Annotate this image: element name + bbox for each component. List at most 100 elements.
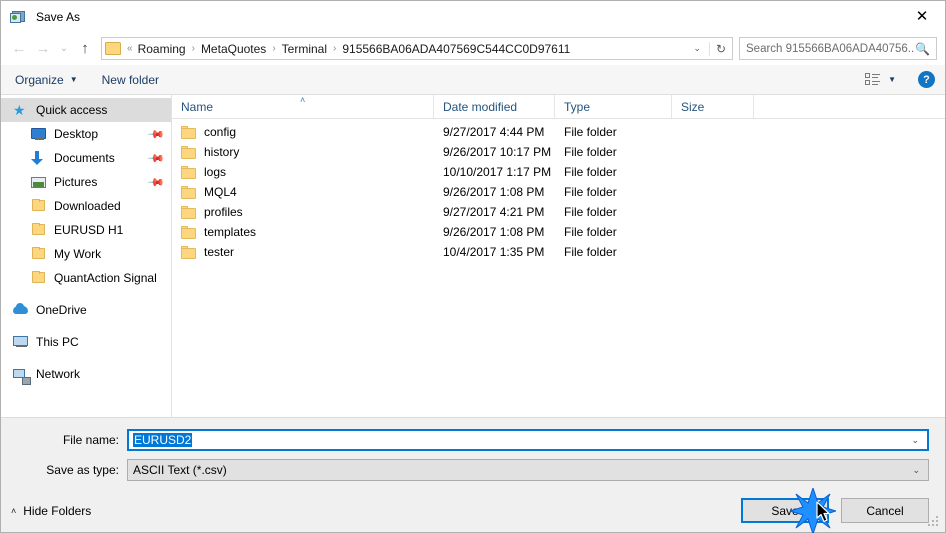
- breadcrumb-roaming[interactable]: Roaming: [137, 42, 187, 56]
- chevron-down-icon[interactable]: ⌄: [903, 435, 927, 446]
- column-header-name[interactable]: Name ˄: [172, 95, 434, 118]
- cancel-button[interactable]: Cancel: [841, 498, 929, 523]
- column-header-label: Type: [564, 99, 591, 114]
- filetype-row: Save as type: ASCII Text (*.csv) ⌄: [1, 459, 945, 481]
- recent-locations-button[interactable]: ⌄: [55, 37, 73, 61]
- column-header-type[interactable]: Type: [555, 95, 672, 118]
- sidebar-item-my-work[interactable]: My Work: [1, 242, 171, 266]
- table-row[interactable]: profiles 9/27/2017 4:21 PM File folder: [172, 202, 945, 222]
- navigation-bar: ← → ⌄ ↑ « Roaming › MetaQuotes › Termina…: [1, 32, 945, 65]
- file-date: 10/4/2017 1:35 PM: [443, 245, 545, 259]
- resize-grip[interactable]: [928, 516, 940, 528]
- organize-button[interactable]: Organize ▼: [15, 73, 78, 87]
- save-as-dialog: Save As ✕ ← → ⌄ ↑ « Roaming › MetaQuotes…: [0, 0, 946, 533]
- file-name-cell: tester: [172, 245, 434, 259]
- search-input[interactable]: Search 915566BA06ADA40756... 🔍: [739, 37, 937, 60]
- hide-folders-button[interactable]: ˄ Hide Folders: [11, 504, 91, 518]
- table-row[interactable]: logs 10/10/2017 1:17 PM File folder: [172, 162, 945, 182]
- folder-icon: [105, 42, 121, 55]
- file-name: profiles: [204, 205, 243, 219]
- close-icon[interactable]: ✕: [899, 1, 945, 32]
- file-name: MQL4: [204, 185, 237, 199]
- chevron-down-icon[interactable]: ⌄: [904, 465, 928, 476]
- filename-input[interactable]: EURUSD2 ⌄: [127, 429, 929, 451]
- sidebar-item-downloaded[interactable]: Downloaded: [1, 194, 171, 218]
- view-layout-button[interactable]: ▼: [865, 73, 896, 86]
- save-button[interactable]: Save: [741, 498, 829, 523]
- filename-row: File name: EURUSD2 ⌄: [1, 429, 945, 451]
- desktop-icon: [31, 126, 47, 142]
- folder-icon: [181, 225, 196, 239]
- file-date: 9/26/2017 10:17 PM: [443, 145, 552, 159]
- sidebar-item-network[interactable]: Network: [1, 362, 171, 386]
- column-header-label: Size: [681, 99, 705, 114]
- sidebar-item-label: Network: [36, 367, 81, 381]
- folder-icon: [181, 245, 196, 259]
- file-name: templates: [204, 225, 257, 239]
- folder-icon: [31, 222, 47, 238]
- table-row[interactable]: config 9/27/2017 4:44 PM File folder: [172, 122, 945, 142]
- sidebar-item-label: Downloaded: [54, 199, 121, 213]
- column-header-size[interactable]: Size: [672, 95, 754, 118]
- file-name-cell: templates: [172, 225, 434, 239]
- back-button[interactable]: ←: [7, 37, 31, 61]
- up-button[interactable]: ↑: [73, 37, 97, 61]
- file-name-cell: profiles: [172, 205, 434, 219]
- file-date: 9/26/2017 1:08 PM: [443, 185, 545, 199]
- breadcrumb-terminal-id[interactable]: 915566BA06ADA407569C544CC0D97611: [341, 42, 571, 56]
- sidebar-item-documents[interactable]: Documents 📌: [1, 146, 171, 170]
- breadcrumb-metaquotes[interactable]: MetaQuotes: [200, 42, 267, 56]
- filename-value: EURUSD2: [133, 433, 193, 447]
- chevron-down-icon[interactable]: ▼: [888, 75, 896, 84]
- sidebar-item-label: My Work: [54, 247, 102, 261]
- title-bar: Save As ✕: [1, 1, 945, 32]
- folder-icon: [181, 165, 196, 179]
- column-header-label: Name: [181, 99, 214, 114]
- filename-label: File name:: [62, 433, 119, 447]
- file-type: File folder: [564, 205, 617, 219]
- filetype-select[interactable]: ASCII Text (*.csv) ⌄: [127, 459, 929, 481]
- sidebar-item-eurusd-h1[interactable]: EURUSD H1: [1, 218, 171, 242]
- address-bar[interactable]: « Roaming › MetaQuotes › Terminal › 9155…: [101, 37, 733, 60]
- file-date: 9/27/2017 4:44 PM: [443, 125, 545, 139]
- sidebar-item-desktop[interactable]: Desktop 📌: [1, 122, 171, 146]
- file-date: 10/10/2017 1:17 PM: [443, 165, 552, 179]
- navigation-sidebar: ★ Quick access Desktop 📌 Documents 📌 Pic…: [1, 95, 172, 417]
- sort-ascending-icon: ˄: [300, 95, 306, 105]
- sidebar-item-onedrive[interactable]: OneDrive: [1, 298, 171, 322]
- help-button[interactable]: ?: [918, 71, 935, 88]
- sidebar-item-quantaction-signal[interactable]: QuantAction Signal: [1, 266, 171, 290]
- command-toolbar: Organize ▼ New folder ▼ ?: [1, 65, 945, 95]
- new-folder-button[interactable]: New folder: [102, 73, 159, 87]
- pin-icon[interactable]: 📌: [147, 149, 166, 167]
- table-row[interactable]: history 9/26/2017 10:17 PM File folder: [172, 142, 945, 162]
- breadcrumb-terminal[interactable]: Terminal: [281, 42, 328, 56]
- hide-folders-label: Hide Folders: [23, 503, 92, 518]
- sidebar-item-label: This PC: [36, 335, 79, 349]
- table-row[interactable]: tester 10/4/2017 1:35 PM File folder: [172, 242, 945, 262]
- file-type: File folder: [564, 185, 617, 199]
- sidebar-item-label: Pictures: [54, 175, 98, 189]
- chevron-down-icon[interactable]: ⌄: [685, 43, 709, 54]
- chevron-up-icon: ˄: [11, 505, 17, 516]
- sidebar-item-this-pc[interactable]: This PC: [1, 330, 171, 354]
- pin-icon[interactable]: 📌: [147, 173, 166, 191]
- filetype-label: Save as type:: [46, 463, 119, 477]
- sidebar-item-pictures[interactable]: Pictures 📌: [1, 170, 171, 194]
- breadcrumb-overflow[interactable]: «: [126, 43, 137, 54]
- pin-icon[interactable]: 📌: [147, 125, 166, 143]
- filetype-value: ASCII Text (*.csv): [133, 463, 227, 477]
- breadcrumb-separator: ›: [333, 43, 337, 54]
- file-type: File folder: [564, 245, 617, 259]
- table-row[interactable]: MQL4 9/26/2017 1:08 PM File folder: [172, 182, 945, 202]
- forward-button[interactable]: →: [31, 37, 55, 61]
- file-name-cell: logs: [172, 165, 434, 179]
- dialog-body: ★ Quick access Desktop 📌 Documents 📌 Pic…: [1, 95, 945, 417]
- refresh-icon[interactable]: ↻: [708, 41, 732, 56]
- sidebar-item-label: Documents: [54, 151, 115, 165]
- table-row[interactable]: templates 9/26/2017 1:08 PM File folder: [172, 222, 945, 242]
- column-header-date-modified[interactable]: Date modified: [434, 95, 555, 118]
- sidebar-item-quick-access[interactable]: ★ Quick access: [1, 98, 171, 122]
